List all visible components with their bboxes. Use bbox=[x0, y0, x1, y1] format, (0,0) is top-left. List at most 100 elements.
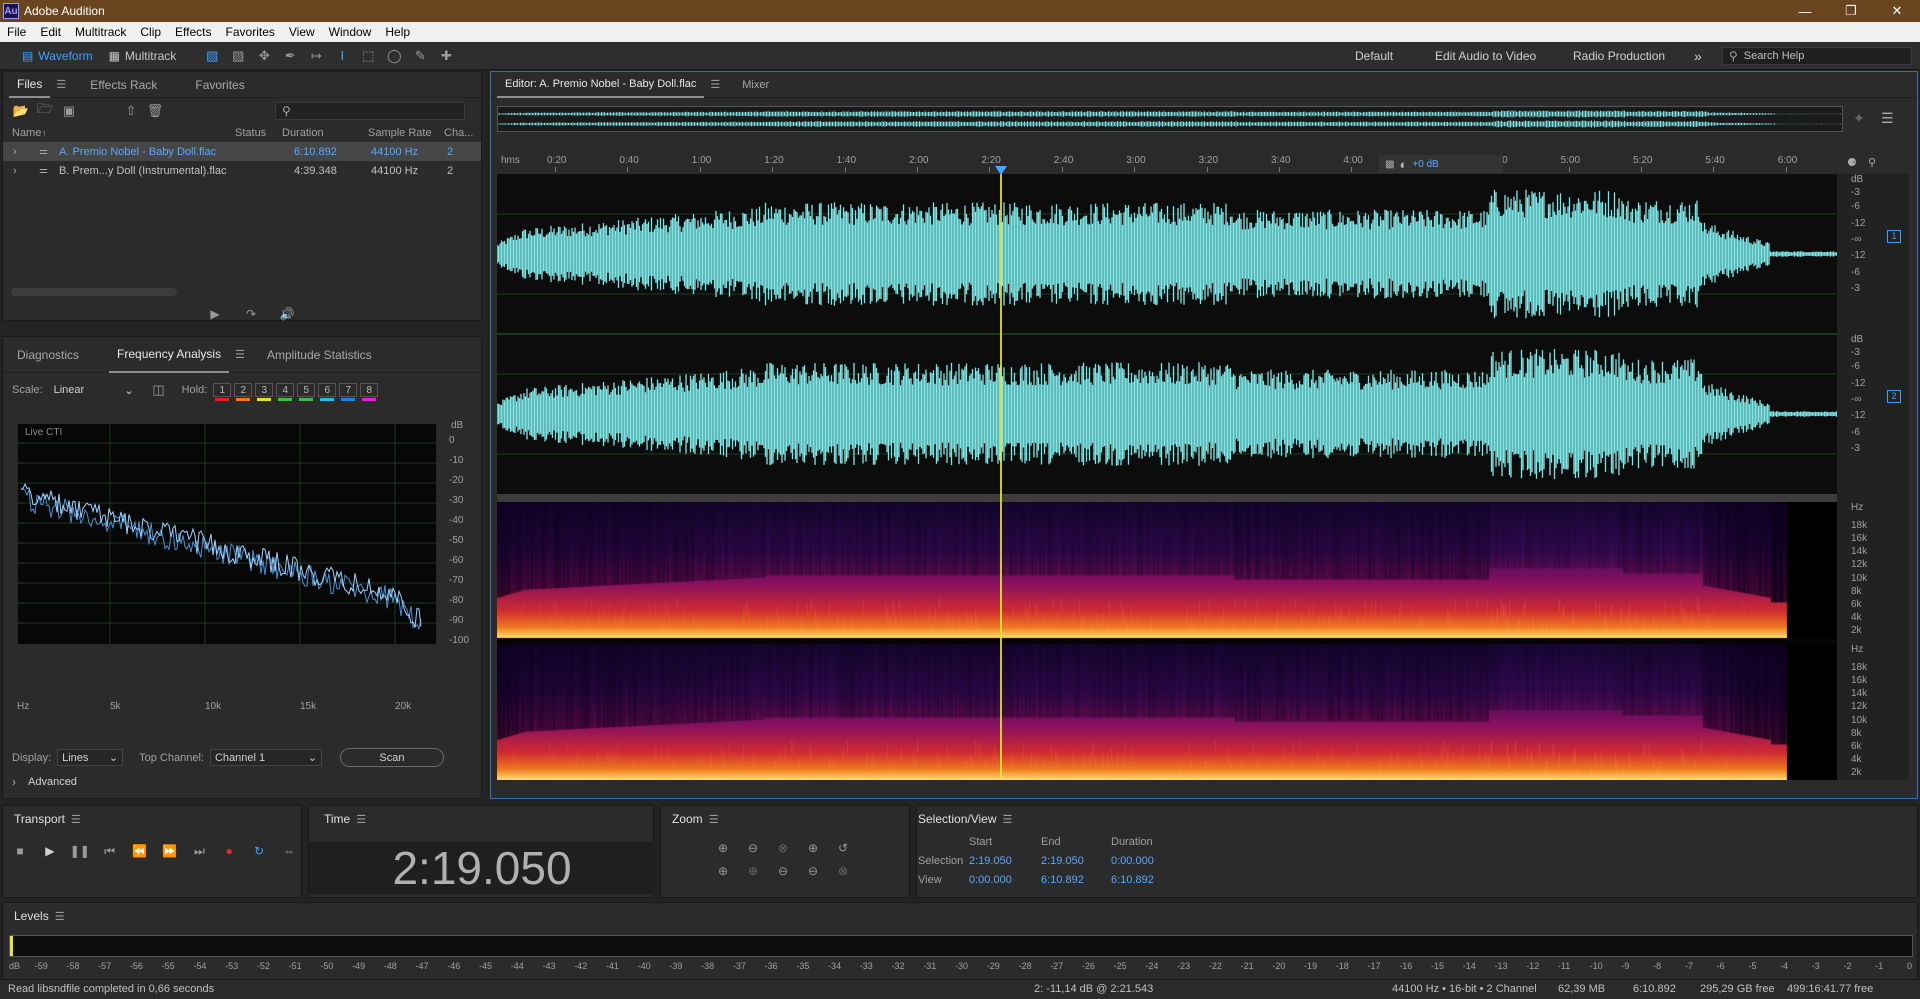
hold-button-4[interactable]: 4 bbox=[276, 383, 295, 401]
marquee-tool-icon[interactable]: ⬚ bbox=[360, 48, 376, 64]
menu-window[interactable]: Window bbox=[322, 25, 379, 39]
selection-start[interactable]: 2:19.050 bbox=[969, 855, 1012, 867]
menu-favorites[interactable]: Favorites bbox=[219, 25, 282, 39]
files-menu-icon[interactable]: ☰ bbox=[56, 78, 66, 91]
tab-mixer[interactable]: Mixer bbox=[734, 72, 777, 98]
column-duration[interactable]: Duration bbox=[282, 127, 324, 139]
menu-view[interactable]: View bbox=[282, 25, 322, 39]
brush-tool-icon[interactable]: ✎ bbox=[412, 48, 428, 64]
headphones-icon[interactable]: ⚈ bbox=[1847, 156, 1857, 169]
workspace-edit-audio-to-video[interactable]: Edit Audio to Video bbox=[1435, 42, 1536, 70]
rewind-icon[interactable]: ⏪ bbox=[128, 841, 152, 861]
scale-dropdown[interactable]: Linear ⌄ bbox=[49, 382, 139, 399]
move-tool-icon[interactable]: ✥ bbox=[256, 48, 272, 64]
frequency-menu-icon[interactable]: ☰ bbox=[235, 348, 245, 361]
menu-help[interactable]: Help bbox=[378, 25, 417, 39]
playhead[interactable] bbox=[999, 174, 1002, 780]
selection-duration[interactable]: 0:00.000 bbox=[1111, 855, 1154, 867]
playhead-handle[interactable] bbox=[994, 166, 1007, 175]
maximize-icon[interactable]: ❐ bbox=[1828, 0, 1874, 22]
waveform-view-button[interactable]: ▤ Waveform bbox=[14, 46, 101, 66]
column-channels[interactable]: Cha... bbox=[444, 127, 473, 139]
time-display[interactable]: 2:19.050 bbox=[309, 842, 655, 894]
view-end[interactable]: 6:10.892 bbox=[1041, 874, 1084, 886]
menu-clip[interactable]: Clip bbox=[133, 25, 168, 39]
skip-selection-icon[interactable]: ⇔ bbox=[277, 841, 301, 861]
tab-favorites[interactable]: Favorites bbox=[187, 72, 252, 98]
tab-editor[interactable]: Editor: A. Premio Nobel - Baby Doll.flac bbox=[497, 72, 705, 98]
zoom-in-in-point-icon[interactable]: ⊕ bbox=[711, 861, 735, 881]
minimize-icon[interactable]: — bbox=[1782, 0, 1828, 22]
tab-amplitude-statistics[interactable]: Amplitude Statistics bbox=[259, 342, 380, 368]
top-channel-dropdown[interactable]: Channel 1 ⌄ bbox=[209, 749, 322, 766]
zoom-selection-icon[interactable]: ⊗ bbox=[771, 838, 795, 858]
preview-volume-icon[interactable]: 🔊 bbox=[275, 304, 299, 324]
menu-file[interactable]: File bbox=[0, 25, 33, 39]
tab-frequency-analysis[interactable]: Frequency Analysis bbox=[109, 337, 230, 373]
pitch-display-icon[interactable]: ▨ bbox=[230, 48, 246, 64]
time-menu-icon[interactable]: ☰ bbox=[356, 813, 366, 826]
spectral-divider[interactable] bbox=[497, 494, 1837, 502]
transport-menu-icon[interactable]: ☰ bbox=[71, 813, 81, 826]
marker-pin-icon[interactable]: ⚲ bbox=[1868, 156, 1876, 169]
volume-knob-icon[interactable]: ◐ bbox=[1399, 157, 1407, 172]
stop-icon[interactable]: ■ bbox=[8, 841, 32, 861]
delete-file-icon[interactable]: 🗑 bbox=[147, 103, 164, 119]
skip-to-end-icon[interactable]: ⏭ bbox=[187, 841, 211, 861]
search-help-field[interactable]: ⚲ Search Help bbox=[1722, 47, 1912, 65]
slip-tool-icon[interactable]: ↦ bbox=[308, 48, 324, 64]
advanced-chevron-icon[interactable]: › bbox=[12, 775, 16, 789]
panel-options-icon[interactable]: ☰ bbox=[1881, 110, 1894, 127]
expand-chevron-icon[interactable]: › bbox=[13, 146, 17, 158]
zoom-in-out-point-icon[interactable]: ⊕ bbox=[741, 861, 765, 881]
loop-icon[interactable]: ↻ bbox=[247, 841, 271, 861]
view-start[interactable]: 0:00.000 bbox=[969, 874, 1012, 886]
multitrack-view-button[interactable]: ▦ Multitrack bbox=[101, 46, 185, 66]
timeline-ruler[interactable]: hms 0:20 0:40 1:00 1:20 1:40 2:00 2:20 2:40 3:00… bbox=[497, 152, 1837, 172]
advanced-toggle[interactable]: Advanced bbox=[28, 776, 77, 788]
workspace-default[interactable]: Default bbox=[1355, 42, 1393, 70]
time-selection-tool-icon[interactable]: I bbox=[334, 48, 350, 64]
menu-edit[interactable]: Edit bbox=[33, 25, 68, 39]
close-icon[interactable]: ✕ bbox=[1874, 0, 1920, 22]
channel-badge[interactable]: 1 bbox=[1887, 230, 1901, 243]
files-horizontal-scrollbar[interactable] bbox=[11, 288, 177, 296]
column-status[interactable]: Status bbox=[235, 127, 266, 139]
zoom-out-amplitude-icon[interactable]: ⊖ bbox=[741, 838, 765, 858]
files-search-input[interactable]: ⚲ bbox=[275, 102, 465, 120]
file-row[interactable]: › ⚌ B. Prem...y Doll (Instrumental).flac… bbox=[3, 161, 481, 180]
play-icon[interactable]: ▶ bbox=[38, 841, 62, 861]
channel-badge[interactable]: 2 bbox=[1887, 390, 1901, 403]
preview-loop-icon[interactable]: ↷ bbox=[239, 304, 263, 324]
zoom-navigator-icon[interactable]: ✦ bbox=[1853, 110, 1865, 127]
hold-button-3[interactable]: 3 bbox=[255, 383, 274, 401]
hold-button-1[interactable]: 1 bbox=[213, 383, 232, 401]
zoom-out-time-icon[interactable]: ⊖ bbox=[771, 861, 795, 881]
view-duration[interactable]: 6:10.892 bbox=[1111, 874, 1154, 886]
hold-button-7[interactable]: 7 bbox=[339, 383, 358, 401]
skip-to-start-icon[interactable]: ⏮ bbox=[98, 841, 122, 861]
overview-navigator[interactable] bbox=[497, 106, 1843, 132]
pause-icon[interactable]: ❚❚ bbox=[68, 841, 92, 861]
new-file-icon[interactable]: ▣ bbox=[61, 103, 77, 119]
healing-tool-icon[interactable]: ✚ bbox=[438, 48, 454, 64]
column-name[interactable]: Name bbox=[12, 127, 41, 139]
expand-chevron-icon[interactable]: › bbox=[13, 165, 17, 177]
tab-diagnostics[interactable]: Diagnostics bbox=[9, 342, 87, 368]
razor-tool-icon[interactable]: ✒ bbox=[282, 48, 298, 64]
selection-view-menu-icon[interactable]: ☰ bbox=[1003, 813, 1013, 826]
tab-effects-rack[interactable]: Effects Rack bbox=[82, 72, 165, 98]
spectral-display[interactable] bbox=[497, 502, 1837, 780]
zoom-in-amplitude-icon[interactable]: ⊕ bbox=[711, 838, 735, 858]
menu-effects[interactable]: Effects bbox=[168, 25, 218, 39]
record-icon[interactable]: ● bbox=[217, 841, 241, 861]
editor-menu-icon[interactable]: ☰ bbox=[710, 78, 720, 91]
levels-menu-icon[interactable]: ☰ bbox=[55, 910, 65, 923]
zoom-reset-icon[interactable]: ↺ bbox=[831, 838, 855, 858]
file-row[interactable]: › ⚌ A. Premio Nobel - Baby Doll.flac 6:1… bbox=[3, 142, 481, 161]
zoom-out-full-icon[interactable]: ⊖ bbox=[801, 861, 825, 881]
import-file-icon[interactable]: 🗁 bbox=[37, 101, 53, 119]
preview-play-icon[interactable]: ▶ bbox=[203, 304, 227, 324]
zoom-in-time-icon[interactable]: ⊕ bbox=[801, 838, 825, 858]
tab-files[interactable]: Files bbox=[9, 72, 51, 98]
